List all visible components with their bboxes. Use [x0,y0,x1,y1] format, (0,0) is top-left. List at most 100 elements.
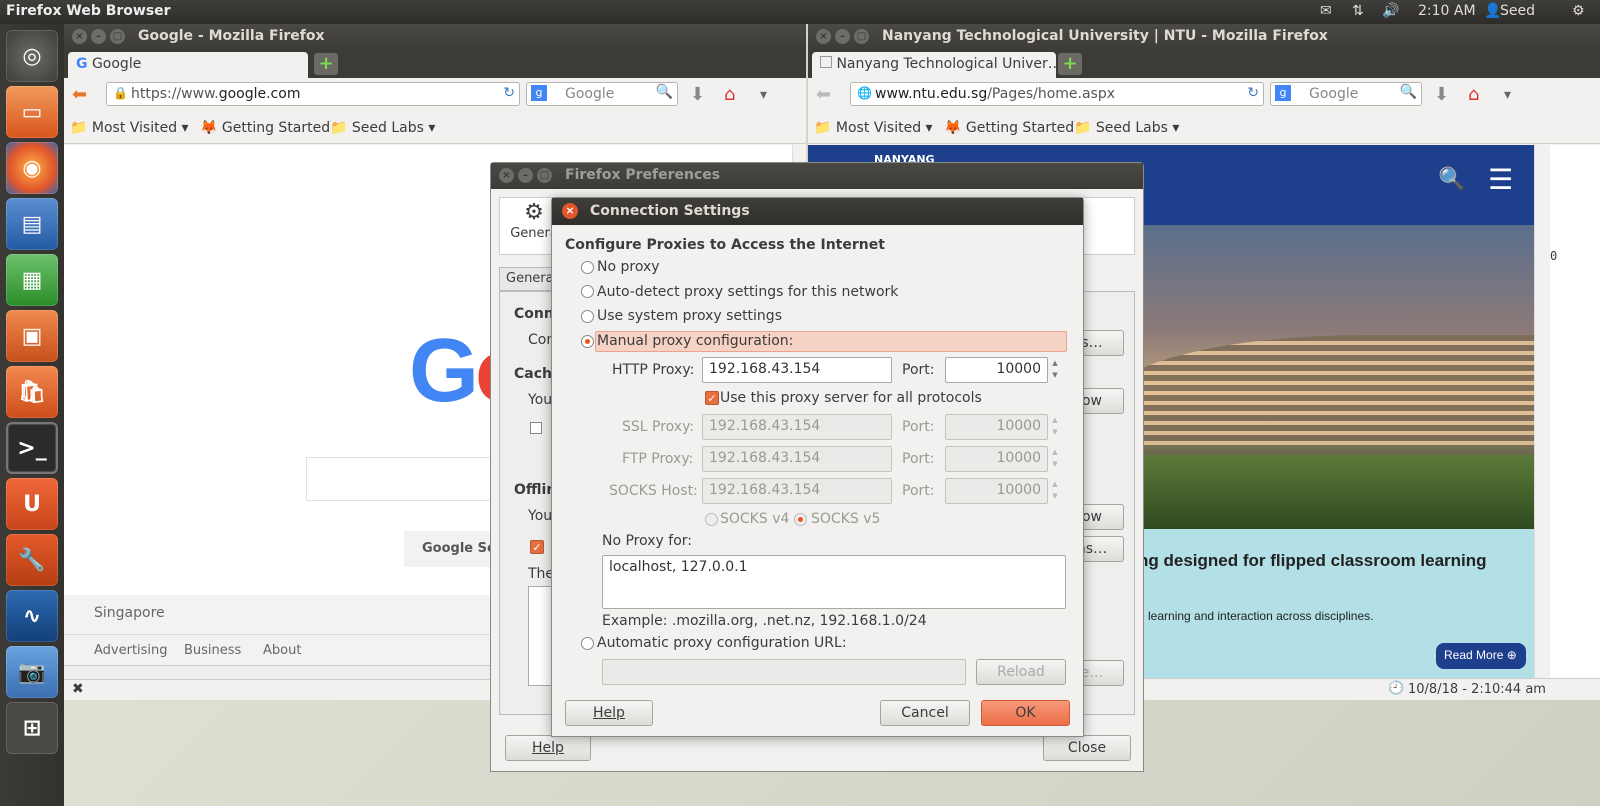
socks-host-input[interactable]: 192.168.43.154 [702,478,892,504]
user-icon[interactable]: 👤 [1484,3,1501,19]
tab-ntu[interactable]: Nanyang Technological Univer… [812,52,1056,78]
ftp-proxy-input[interactable]: 192.168.43.154 [702,446,892,472]
writer-icon[interactable]: ▤ [6,198,58,250]
menu-icon[interactable]: ☰ [1488,163,1513,196]
ok-button[interactable]: OK [981,700,1070,726]
no-proxy-label[interactable]: No proxy [597,259,660,275]
radio-socks-v4[interactable] [705,513,718,526]
screenshot-icon[interactable]: 📷 [6,646,58,698]
radio-manual-proxy[interactable] [581,335,594,348]
google-search-engine-icon[interactable]: g [1275,85,1291,101]
socks-v5-label[interactable]: SOCKS v5 [811,511,880,527]
firefox-icon[interactable]: ◉ [6,142,58,194]
auto-detect-label[interactable]: Auto-detect proxy settings for this netw… [597,284,898,300]
minimize-icon[interactable]: – [518,168,533,183]
bookmark-seed-labs[interactable]: 📁 Seed Labs ▾ [1074,120,1179,136]
bookmark-most-visited[interactable]: 📁 Most Visited ▾ [814,120,933,136]
preferences-help-button[interactable]: Help [505,735,591,761]
software-center-icon[interactable]: 🛍 [6,366,58,418]
search-icon[interactable]: 🔍 [1400,84,1417,100]
maximize-icon[interactable]: □ [110,29,125,44]
use-for-all-checkbox[interactable]: ✓ [705,391,719,405]
network-icon[interactable]: ⇅ [1352,3,1364,19]
system-proxy-label[interactable]: Use system proxy settings [597,308,782,324]
mail-icon[interactable]: ✉ [1320,3,1332,19]
tab-google[interactable]: G Google [68,52,308,78]
close-icon[interactable]: × [562,203,578,219]
google-search-engine-icon[interactable]: g [531,85,547,101]
auto-config-url-input[interactable] [602,659,966,685]
clock[interactable]: 2:10 AM [1418,3,1476,19]
url-bar[interactable]: 🌐 www.ntu.edu.sg/Pages/home.aspx ↻ [850,82,1264,106]
download-icon[interactable]: ⬇ [1434,84,1449,105]
files-icon[interactable]: ▭ [6,86,58,138]
new-tab-button[interactable]: + [1058,53,1082,75]
back-arrow-icon[interactable]: ⬅ [72,84,87,105]
radio-system-proxy[interactable] [581,310,594,323]
close-icon[interactable]: × [72,29,87,44]
workspace-switcher-icon[interactable]: ⊞ [6,702,58,754]
http-proxy-input[interactable]: 192.168.43.154 [702,357,892,383]
bookmark-most-visited[interactable]: 📁 Most Visited ▾ [70,120,189,136]
wireshark-icon[interactable]: ∿ [6,590,58,642]
search-input[interactable]: g Google 🔍 [1270,82,1422,106]
impress-icon[interactable]: ▣ [6,310,58,362]
bookmark-seed-labs[interactable]: 📁 Seed Labs ▾ [330,120,435,136]
search-icon[interactable]: 🔍 [656,84,673,100]
bookmark-getting-started[interactable]: 🦊 Getting Started [200,120,330,136]
dash-home-icon[interactable]: ◎ [6,30,58,82]
footer-link[interactable]: Advertising [94,643,168,658]
ubuntu-one-icon[interactable]: U [6,478,58,530]
gear-icon[interactable]: ⚙ [1572,3,1585,19]
footer-link[interactable]: About [263,643,301,658]
ftp-port-input[interactable]: 10000 [945,446,1048,472]
search-icon[interactable]: 🔍 [1438,167,1465,192]
socks-port-input[interactable]: 10000 [945,478,1048,504]
volume-icon[interactable]: 🔊 [1382,3,1399,19]
terminal-icon[interactable]: >_ [6,422,58,474]
read-more-button[interactable]: Read More ⊕ [1436,643,1526,669]
reload-button[interactable]: Reload [976,659,1066,685]
google-search-button[interactable]: Google Sea [404,531,504,567]
home-icon[interactable]: ⌂ [724,84,735,105]
maximize-icon[interactable]: □ [537,168,552,183]
bookmark-getting-started[interactable]: 🦊 Getting Started [944,120,1074,136]
auto-config-url-label[interactable]: Automatic proxy configuration URL: [597,635,847,651]
ssl-proxy-input[interactable]: 192.168.43.154 [702,414,892,440]
minimize-icon[interactable]: – [91,29,106,44]
extension-icon[interactable]: ▾ [1504,87,1511,103]
user-name[interactable]: Seed [1500,3,1535,19]
calc-icon[interactable]: ▦ [6,254,58,306]
manual-proxy-label[interactable]: Manual proxy configuration: [597,333,793,349]
close-icon[interactable]: × [816,29,831,44]
back-arrow-icon[interactable]: ⬅ [816,84,831,105]
extension-icon[interactable]: ▾ [760,87,767,103]
cancel-button[interactable]: Cancel [880,700,970,726]
cache-checkbox[interactable] [530,422,542,434]
radio-no-proxy[interactable] [581,261,594,274]
close-addon-bar-icon[interactable]: ✖ [72,681,84,697]
ssl-port-stepper[interactable]: ▲ ▼ [1049,414,1061,440]
ssl-port-input[interactable]: 10000 [945,414,1048,440]
new-tab-button[interactable]: + [314,53,338,75]
http-port-input[interactable]: 10000 [945,357,1048,383]
home-icon[interactable]: ⌂ [1468,84,1479,105]
radio-auto-config-url[interactable] [581,637,594,650]
close-icon[interactable]: × [499,168,514,183]
use-for-all-label[interactable]: Use this proxy server for all protocols [720,390,982,406]
offline-checkbox[interactable]: ✓ [530,540,544,554]
reload-icon[interactable]: ↻ [503,85,515,101]
preferences-close-button[interactable]: Close [1043,735,1131,761]
help-button[interactable]: Help [565,700,653,726]
vertical-scrollbar[interactable] [1534,145,1550,678]
radio-auto-detect[interactable] [581,285,594,298]
maximize-icon[interactable]: □ [854,29,869,44]
http-port-stepper[interactable]: ▲ ▼ [1049,357,1061,383]
no-proxy-for-textarea[interactable]: localhost, 127.0.0.1 [602,555,1066,609]
socks-port-stepper[interactable]: ▲ ▼ [1049,478,1061,504]
minimize-icon[interactable]: – [835,29,850,44]
system-settings-icon[interactable]: 🔧 [6,534,58,586]
socks-v4-label[interactable]: SOCKS v4 [720,511,789,527]
url-bar[interactable]: 🔒 https://www.google.com ↻ [106,82,520,106]
google-search-box[interactable] [306,457,506,501]
